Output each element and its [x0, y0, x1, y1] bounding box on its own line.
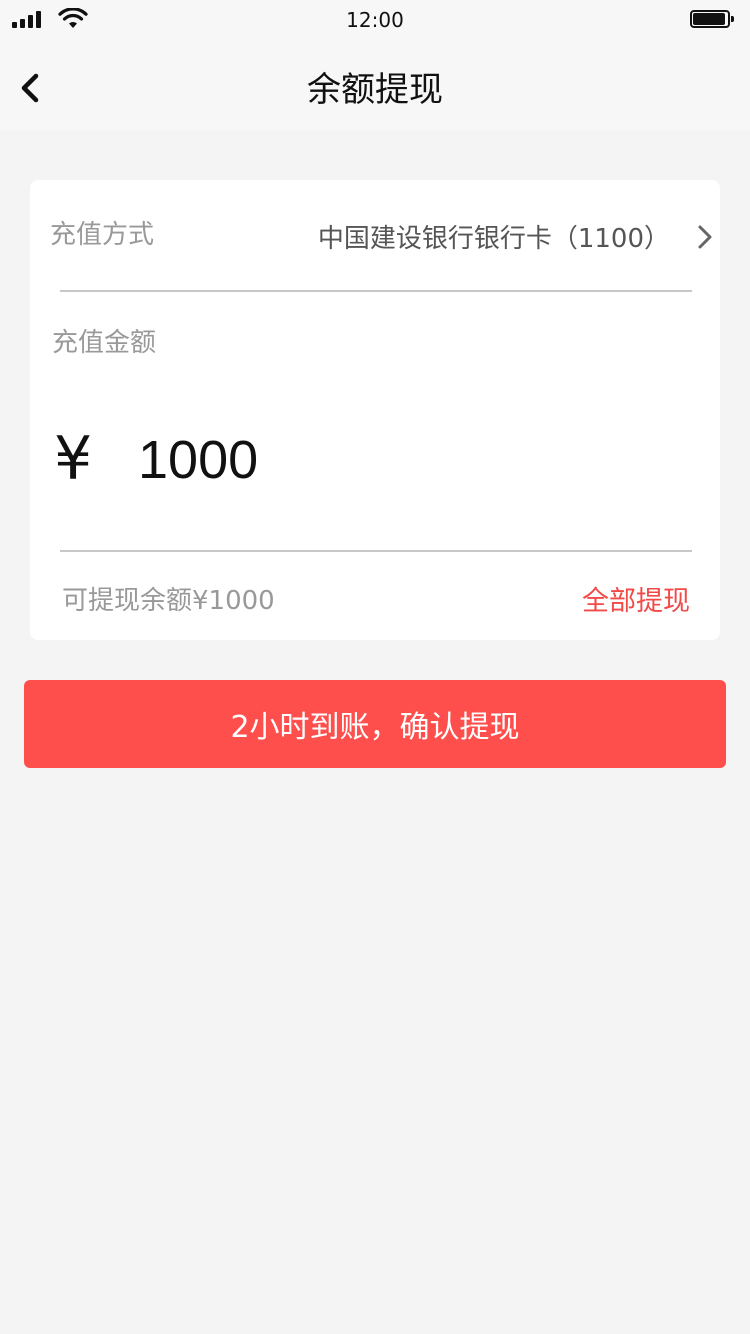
method-label: 充值方式	[50, 220, 155, 250]
status-time: 12:00	[346, 8, 404, 32]
withdraw-method-row[interactable]: 充值方式 中国建设银行银行卡（1100）	[30, 180, 720, 290]
divider	[60, 290, 692, 292]
currency-symbol: ¥	[54, 424, 93, 494]
withdraw-all-link[interactable]: 全部提现	[582, 579, 690, 618]
available-balance: 可提现余额¥1000	[62, 586, 275, 616]
chevron-right-icon	[698, 225, 712, 249]
method-value: 中国建设银行银行卡（1100）	[317, 224, 670, 254]
status-bar: 12:00	[0, 0, 750, 40]
divider	[60, 550, 692, 552]
amount-label: 充值金额	[52, 328, 157, 358]
amount-input[interactable]	[138, 424, 678, 496]
nav-bar: 余额提现	[0, 40, 750, 130]
battery-icon	[690, 10, 734, 30]
withdraw-card: 充值方式 中国建设银行银行卡（1100） 充值金额 ¥ 可提现余额¥1000 全…	[30, 180, 720, 640]
amount-field[interactable]: ¥	[50, 420, 700, 510]
confirm-withdraw-button[interactable]: 2小时到账，确认提现	[24, 680, 726, 768]
page-title: 余额提现	[307, 70, 443, 110]
